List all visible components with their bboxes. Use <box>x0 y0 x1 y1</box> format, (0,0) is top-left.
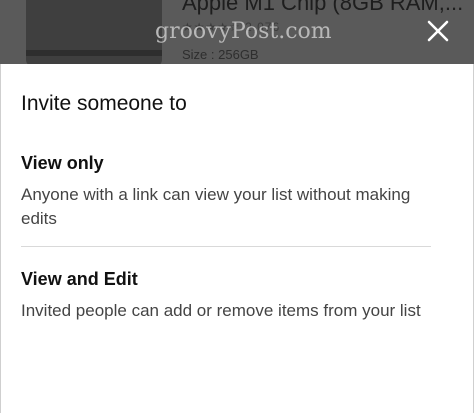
sheet-title: Invite someone to <box>21 92 187 115</box>
product-size: Size : 256GB <box>182 47 259 62</box>
invite-sheet: Invite someone to View only Anyone with … <box>0 64 474 413</box>
option-description: Anyone with a link can view your list wi… <box>21 185 411 228</box>
option-view-and-edit[interactable]: View and Edit Invited people can add or … <box>1 269 474 339</box>
option-title: View and Edit <box>21 269 138 289</box>
option-description: Invited people can add or remove items f… <box>21 301 421 320</box>
watermark: groovyPost.com <box>155 19 332 44</box>
close-icon <box>427 20 449 42</box>
close-button[interactable] <box>418 11 458 51</box>
option-view-only[interactable]: View only Anyone with a link can view yo… <box>1 153 474 228</box>
product-image <box>26 0 162 64</box>
option-title: View only <box>21 153 104 173</box>
divider <box>21 246 431 247</box>
dimmed-backdrop[interactable]: Apple M1 Chip (8GB RAM,... ★★★★☆ 2,076 S… <box>0 0 474 64</box>
